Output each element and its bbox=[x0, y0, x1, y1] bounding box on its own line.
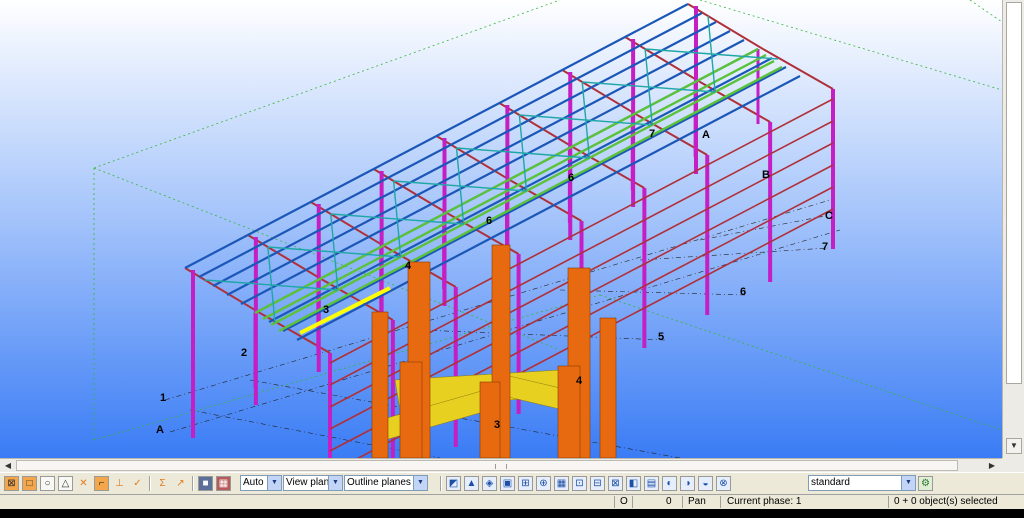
grid-label-4: 4 bbox=[405, 260, 412, 272]
status-bar: O 0 Pan Current phase: 1 0 + 0 object(s)… bbox=[0, 494, 1024, 509]
select-line-icon[interactable]: ⊡ bbox=[572, 476, 587, 491]
grid-label-7: 7 bbox=[822, 241, 828, 253]
grid-label-1: 1 bbox=[160, 392, 166, 404]
snap-check-icon[interactable]: ✓ bbox=[130, 476, 145, 491]
select-grid-icon[interactable]: ⊕ bbox=[536, 476, 551, 491]
select-comp-icon[interactable]: ▣ bbox=[500, 476, 515, 491]
horizontal-scroll-thumb[interactable] bbox=[16, 460, 958, 471]
work-area-select[interactable]: Auto ▼ bbox=[240, 475, 282, 491]
scroll-corner bbox=[1002, 458, 1024, 472]
select-bolt-icon[interactable]: ⊞ bbox=[518, 476, 533, 491]
select-point-icon[interactable]: ▦ bbox=[554, 476, 569, 491]
select-cut-icon[interactable]: ◑ bbox=[680, 476, 695, 491]
status-pan: Pan bbox=[688, 496, 706, 507]
grid-label-6: 6 bbox=[740, 286, 746, 298]
select-all-icon[interactable]: ◩ bbox=[446, 476, 461, 491]
grid-label-a-near: A bbox=[156, 424, 164, 436]
grid-label-5: 5 bbox=[658, 331, 664, 343]
vertical-scrollbar[interactable]: ▼ bbox=[1002, 0, 1024, 458]
select-rebar-icon[interactable]: ⊗ bbox=[716, 476, 731, 491]
chevron-down-icon: ▼ bbox=[267, 476, 281, 490]
snap-center-icon[interactable]: □ bbox=[22, 476, 37, 491]
scroll-right-arrow-icon[interactable]: ▶ bbox=[986, 460, 998, 471]
select-assembly-icon[interactable]: ◐ bbox=[662, 476, 677, 491]
select-weld-icon[interactable]: ◈ bbox=[482, 476, 497, 491]
grid-label-2: 2 bbox=[241, 347, 247, 359]
snap-arrow-icon[interactable]: ↗ bbox=[173, 476, 188, 491]
selection-filter-select[interactable]: standard ▼ bbox=[808, 475, 916, 491]
scroll-down-arrow-icon[interactable]: ▼ bbox=[1006, 438, 1022, 454]
bottom-toolbar: ⊠ □ ○ △ ✕ ⌐ ⊥ ✓ Σ ↗ ■ ▦ Auto ▼ View plane… bbox=[0, 472, 1024, 494]
concrete-column[interactable] bbox=[371, 311, 389, 458]
structural-model-canvas[interactable]: A 1 2 3 4 A B C 7 6 5 6 6 7 3 4 bbox=[0, 0, 1002, 458]
grid-label-a-far: A bbox=[702, 129, 710, 141]
snap-cross-icon[interactable]: ✕ bbox=[76, 476, 91, 491]
vertical-scroll-thumb[interactable] bbox=[1006, 2, 1022, 384]
roof-label-6a: 6 bbox=[486, 215, 492, 227]
roof-label-7: 7 bbox=[649, 128, 655, 140]
filter-settings-icon[interactable]: ⚙ bbox=[918, 476, 933, 491]
model-viewport[interactable]: A 1 2 3 4 A B C 7 6 5 6 6 7 3 4 bbox=[0, 0, 1002, 458]
select-dim-icon[interactable]: ⊠ bbox=[608, 476, 623, 491]
scroll-left-arrow-icon[interactable]: ◀ bbox=[2, 460, 14, 471]
concrete-column[interactable] bbox=[399, 361, 423, 458]
select-group-icon[interactable]: ▤ bbox=[644, 476, 659, 491]
grid-label-3: 3 bbox=[323, 304, 329, 316]
grid-label-c: C bbox=[825, 210, 833, 222]
snap-square-icon[interactable]: ⌐ bbox=[94, 476, 109, 491]
chevron-down-icon: ▼ bbox=[901, 476, 915, 490]
status-phase: Current phase: 1 bbox=[727, 496, 802, 507]
render-icon[interactable]: ■ bbox=[198, 476, 213, 491]
select-plane-icon[interactable]: ⊟ bbox=[590, 476, 605, 491]
snap-circle-icon[interactable]: ○ bbox=[40, 476, 55, 491]
status-mode: O bbox=[620, 496, 628, 507]
grid-label-b: B bbox=[762, 169, 770, 181]
view-grid-icon[interactable]: ▦ bbox=[216, 476, 231, 491]
column-label-3: 3 bbox=[494, 419, 500, 431]
roof-label-6b: 6 bbox=[568, 172, 574, 184]
status-count: 0 bbox=[666, 496, 672, 507]
horizontal-scrollbar[interactable]: ◀ ▶ bbox=[0, 458, 1002, 472]
select-part-icon[interactable]: ▲ bbox=[464, 476, 479, 491]
outline-planes-select[interactable]: Outline planes ▼ bbox=[344, 475, 428, 491]
window-bottom-edge bbox=[0, 509, 1024, 518]
chevron-down-icon: ▼ bbox=[328, 476, 342, 490]
concrete-column[interactable] bbox=[599, 317, 617, 458]
plane-select[interactable]: View plane ▼ bbox=[283, 475, 343, 491]
chevron-down-icon: ▼ bbox=[413, 476, 427, 490]
snap-sigma-icon[interactable]: Σ bbox=[155, 476, 170, 491]
snap-triangle-icon[interactable]: △ bbox=[58, 476, 73, 491]
snap-end-icon[interactable]: ⊠ bbox=[4, 476, 19, 491]
column-label-4: 4 bbox=[576, 375, 583, 387]
snap-perp-icon[interactable]: ⊥ bbox=[112, 476, 127, 491]
status-selection: 0 + 0 object(s) selected bbox=[894, 496, 998, 507]
select-cast-icon[interactable]: ◒ bbox=[698, 476, 713, 491]
select-view-icon[interactable]: ◧ bbox=[626, 476, 641, 491]
